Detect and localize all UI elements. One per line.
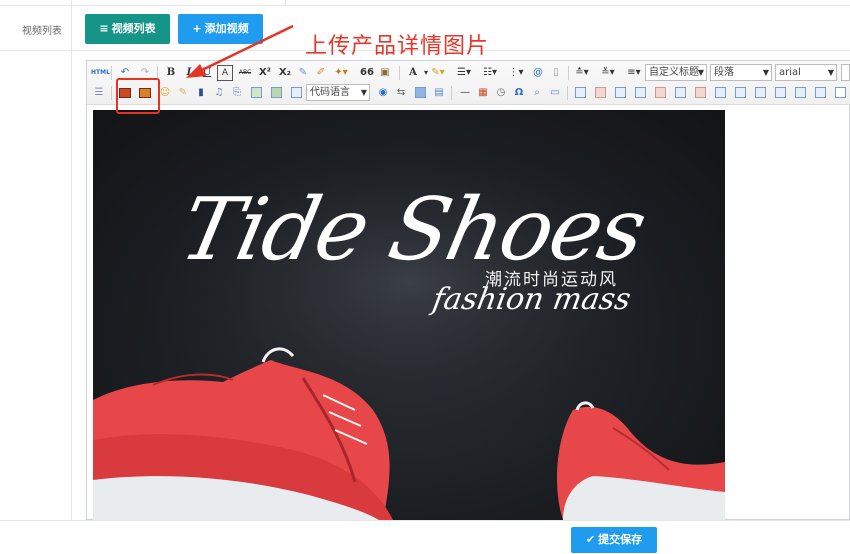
subscript-button[interactable]: X₂ — [277, 65, 293, 81]
font-border-icon[interactable]: A — [217, 65, 233, 81]
video-list-button-label: 视频列表 — [111, 22, 156, 35]
superscript-button[interactable]: X² — [257, 65, 273, 81]
paragraph-select[interactable]: 段落 ▼ — [710, 64, 772, 81]
product-detail-image: Tide Shoes 潮流时尚运动风 fashion mass — [93, 110, 725, 520]
search-replace-icon[interactable]: ⌕ — [529, 85, 545, 101]
plus-icon: + — [192, 22, 202, 35]
merge-right-icon[interactable] — [735, 87, 746, 98]
background-icon[interactable]: ⇆ — [393, 85, 409, 101]
annotation-text: 上传产品详情图片 — [305, 34, 490, 59]
music-icon[interactable]: ♫ — [211, 85, 227, 101]
form-label-column: 视频列表 — [0, 0, 72, 520]
special-char-button[interactable]: Ω — [511, 85, 527, 101]
clear-format-icon[interactable]: ✐ — [313, 65, 329, 81]
chevron-down-icon: ▼ — [762, 68, 769, 77]
paragraph-select-value: 段落 — [714, 67, 734, 78]
code-language-select[interactable]: 代码语言 ▼ — [306, 84, 370, 101]
format-match-icon[interactable]: ✎ — [295, 65, 311, 81]
delete-table-icon[interactable] — [595, 87, 606, 98]
line-spacing-icon[interactable]: ≡▾ — [626, 65, 642, 81]
footer-bar — [0, 520, 850, 554]
add-video-button[interactable]: + 添加视频 — [178, 14, 263, 44]
paste-plain-icon[interactable]: ▣ — [377, 65, 393, 81]
video-list-row-label: 视频列表 — [22, 26, 62, 37]
add-video-button-label: 添加视频 — [204, 22, 249, 35]
strikethrough-button[interactable]: ABC — [237, 65, 253, 81]
indent-icon[interactable]: ☰ — [91, 85, 107, 101]
paragraph-spacing-icon[interactable]: ≛▾ — [574, 65, 590, 81]
insert-row-icon[interactable] — [635, 87, 646, 98]
top-strip — [72, 0, 850, 6]
custom-title-select[interactable]: 自定义标题 ▼ — [645, 64, 707, 81]
delete-col-icon[interactable] — [695, 87, 706, 98]
split-to-cols-icon[interactable] — [815, 87, 826, 98]
annotation-highlight-box — [116, 78, 160, 114]
video-list-button[interactable]: ≡ 视频列表 — [85, 14, 170, 44]
insert-table-icon[interactable] — [575, 87, 586, 98]
sneaker-illustration — [93, 130, 725, 520]
rich-text-editor[interactable]: HTML ↶ ↷ B I U A ABC X² X₂ ✎ ✐ ✦▾ 66 ▣ A… — [86, 60, 850, 520]
insert-col-icon[interactable] — [675, 87, 686, 98]
chevron-down-icon: ▼ — [360, 88, 367, 97]
submit-save-button-label: 提交保存 — [598, 533, 643, 546]
merge-cells-icon[interactable] — [715, 87, 726, 98]
web-image-icon[interactable] — [415, 87, 426, 98]
auto-typeset-icon[interactable]: ✦▾ — [333, 65, 349, 81]
font-family-select-value: arial — [779, 67, 801, 78]
attachment-icon[interactable]: ⎘ — [229, 85, 245, 101]
video-icon[interactable]: ▮ — [193, 85, 209, 101]
merge-down-icon[interactable] — [755, 87, 766, 98]
custom-title-select-value: 自定义标题 — [649, 67, 699, 78]
toolbar-row-1: HTML ↶ ↷ B I U A ABC X² X₂ ✎ ✐ ✦▾ 66 ▣ A… — [87, 63, 850, 83]
font-size-select[interactable] — [841, 64, 850, 81]
insert-frame-icon[interactable] — [291, 87, 302, 98]
page: 视频列表 ≡ 视频列表 + 添加视频 HTML ↶ ↷ B I U A ABC X²… — [0, 0, 850, 554]
submit-save-button[interactable]: ✔ 提交保存 — [571, 527, 657, 553]
html-source-button[interactable]: HTML — [91, 65, 110, 81]
split-to-cells-icon[interactable] — [775, 87, 786, 98]
wordimage-icon[interactable]: ▤ — [431, 85, 447, 101]
delete-row-icon[interactable] — [655, 87, 666, 98]
ordered-list-icon[interactable]: ☰▾ — [456, 65, 472, 81]
anchor-icon[interactable]: @ — [530, 65, 546, 81]
italic-button[interactable]: I — [181, 65, 197, 81]
page-break-icon[interactable]: ▯ — [548, 65, 564, 81]
en-tagline-text: fashion mass — [429, 282, 634, 317]
editor-toolbar: HTML ↶ ↷ B I U A ABC X² X₂ ✎ ✐ ✦▾ 66 ▣ A… — [87, 61, 850, 105]
paragraph-after-icon[interactable]: ≚▾ — [600, 65, 616, 81]
print-icon[interactable] — [835, 87, 846, 98]
list-icon: ≡ — [99, 22, 109, 35]
code-language-select-value: 代码语言 — [310, 87, 350, 98]
chevron-down-icon: ▼ — [827, 68, 834, 77]
bold-button[interactable]: B — [163, 65, 179, 81]
preview-icon[interactable]: ▭ — [547, 85, 563, 101]
underline-icon[interactable]: U — [199, 65, 215, 81]
template-icon[interactable]: ◉ — [375, 85, 391, 101]
unordered-list-icon[interactable]: ☷▾ — [482, 65, 498, 81]
date-icon[interactable]: ▦ — [475, 85, 491, 101]
check-icon: ✔ — [585, 533, 596, 546]
horizontal-rule-icon[interactable]: — — [457, 85, 473, 101]
split-to-rows-icon[interactable] — [795, 87, 806, 98]
map-icon[interactable] — [251, 87, 262, 98]
highlight-color-icon[interactable]: ✎▾ — [430, 65, 446, 81]
toolbar-row-2: ☰ ☺ ✎ ▮ ♫ ⎘ 代码语言 ▼ ◉ ⇆ ▤ — ▦ ◷ Ω ⌕ ▭ — [87, 83, 850, 103]
font-family-select[interactable]: arial ▼ — [775, 64, 837, 81]
scrawl-icon[interactable]: ✎ — [175, 85, 191, 101]
time-icon[interactable]: ◷ — [493, 85, 509, 101]
blockquote-button[interactable]: 66 — [359, 65, 375, 81]
line-height-icon[interactable]: ⋮▾ — [508, 65, 524, 81]
insert-paragraph-before-table-icon[interactable] — [615, 87, 626, 98]
chevron-down-icon: ▼ — [697, 68, 704, 77]
gmap-icon[interactable] — [271, 87, 282, 98]
